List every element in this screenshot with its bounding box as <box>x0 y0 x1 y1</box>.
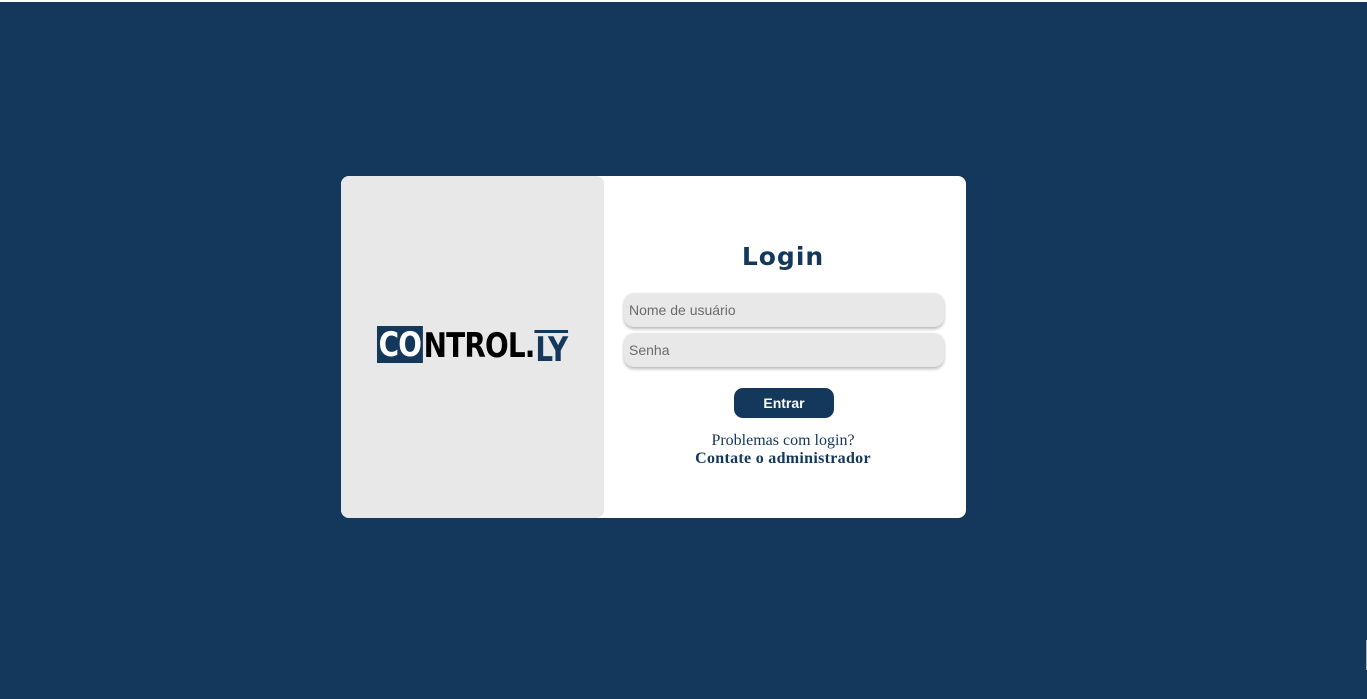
login-card: CONTROL.LY Login Entrar Problemas com lo… <box>341 176 966 518</box>
top-border <box>0 0 1367 2</box>
login-form: Login Entrar Problemas com login? Contat… <box>604 176 966 518</box>
logo-ly-text: LY <box>534 329 569 370</box>
username-input[interactable] <box>624 293 944 327</box>
brand-panel: CO NTROL. LY <box>341 176 604 518</box>
controlly-logo: CO NTROL. LY <box>376 324 569 367</box>
login-title: Login <box>741 242 825 271</box>
logo-ntrol-text: NTROL. <box>423 325 536 366</box>
contact-admin-link[interactable]: Contate o administrador <box>604 450 962 468</box>
login-help: Problemas com login? Contate o administr… <box>604 432 962 468</box>
login-button[interactable]: Entrar <box>734 388 834 418</box>
password-input[interactable] <box>624 333 944 367</box>
help-text: Problemas com login? <box>711 432 855 449</box>
logo-co-text: CO <box>376 324 423 365</box>
